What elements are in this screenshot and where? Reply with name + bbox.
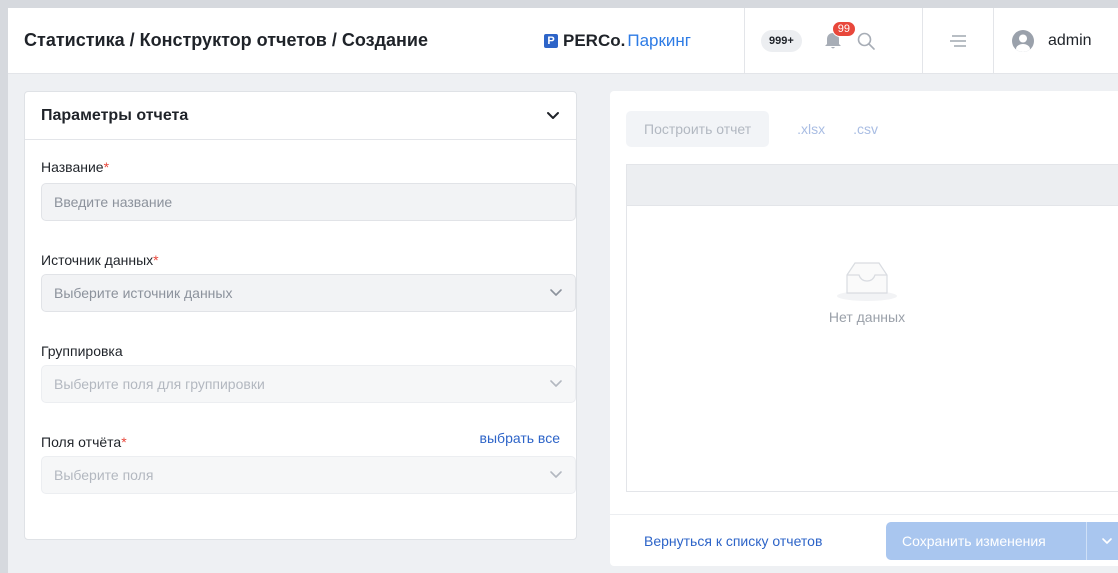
page-title: Статистика / Конструктор отчетов / Созда… [24,30,428,50]
user-menu[interactable]: admin [994,8,1092,74]
empty-inbox-icon [837,262,897,301]
export-csv-button[interactable]: .csv [853,121,878,137]
menu-lines-icon [950,34,966,47]
source-select-placeholder: Выберите источник данных [54,285,233,301]
notifications-badge: 99 [831,20,857,37]
chevron-down-icon [550,289,562,296]
grouping-select[interactable]: Выберите поля для группировки [41,365,576,403]
events-count-badge[interactable]: 999+ [761,29,802,52]
params-header[interactable]: Параметры отчета [25,92,576,140]
report-footer: Вернуться к списку отчетов Сохранить изм… [610,514,1118,566]
name-label-text: Название [41,159,104,175]
name-input-placeholder: Введите название [54,194,173,210]
required-mark: * [121,434,127,450]
fields-label-text: Поля отчёта [41,434,122,450]
table-header [627,165,1118,206]
source-field-label: Источник данных* [41,252,159,268]
report-table: Нет данных [626,164,1118,492]
required-mark: * [153,252,159,268]
brand-logo[interactable]: P PERCo. Паркинг [544,31,744,51]
params-title: Параметры отчета [41,106,189,124]
grouping-label-text: Группировка [41,343,123,359]
notifications-button[interactable]: 99 [822,20,857,52]
report-toolbar: Построить отчет .xlsx .csv [626,111,878,147]
app-window: Статистика / Конструктор отчетов / Созда… [0,0,1118,573]
avatar-icon [1012,29,1034,52]
menu-button[interactable] [923,8,993,74]
empty-text: Нет данных [828,309,906,325]
search-icon[interactable] [856,31,876,51]
required-mark: * [103,159,110,175]
save-changes-button[interactable]: Сохранить изменения [886,522,1086,560]
chevron-down-icon [1101,538,1112,544]
source-label-text: Источник данных [41,252,154,268]
report-fields-select[interactable]: Выберите поля [41,456,576,494]
chevron-down-icon [550,471,562,478]
save-options-button[interactable] [1086,522,1118,560]
empty-state: Нет данных [627,255,1107,325]
brand-name: PERCo. [563,30,626,50]
name-input[interactable]: Введите название [41,183,576,221]
chevron-down-icon[interactable] [546,111,560,121]
select-all-link[interactable]: выбрать все [480,430,560,446]
grouping-select-placeholder: Выберите поля для группировки [54,376,265,392]
export-xlsx-button[interactable]: .xlsx [797,121,825,137]
data-source-select[interactable]: Выберите источник данных [41,274,576,312]
top-header: Статистика / Конструктор отчетов / Созда… [8,8,1118,74]
back-to-list-button[interactable]: Вернуться к списку отчетов [644,533,822,549]
chevron-down-icon [550,380,562,387]
fields-field-label: Поля отчёта* [41,434,127,450]
brand-product: Паркинг [627,30,691,50]
user-name: admin [1048,31,1092,49]
grouping-field-label: Группировка [41,343,123,359]
build-report-button[interactable]: Построить отчет [626,111,770,147]
report-params-panel: Параметры отчета Название* Введите назва… [24,91,577,540]
header-counters: 999+ 99 [745,8,922,74]
fields-select-placeholder: Выберите поля [54,467,154,483]
report-preview-panel: Построить отчет .xlsx .csv Нет данных Ве… [610,91,1118,566]
name-field-label: Название* [41,159,109,175]
brand-mark-icon: P [544,33,558,48]
